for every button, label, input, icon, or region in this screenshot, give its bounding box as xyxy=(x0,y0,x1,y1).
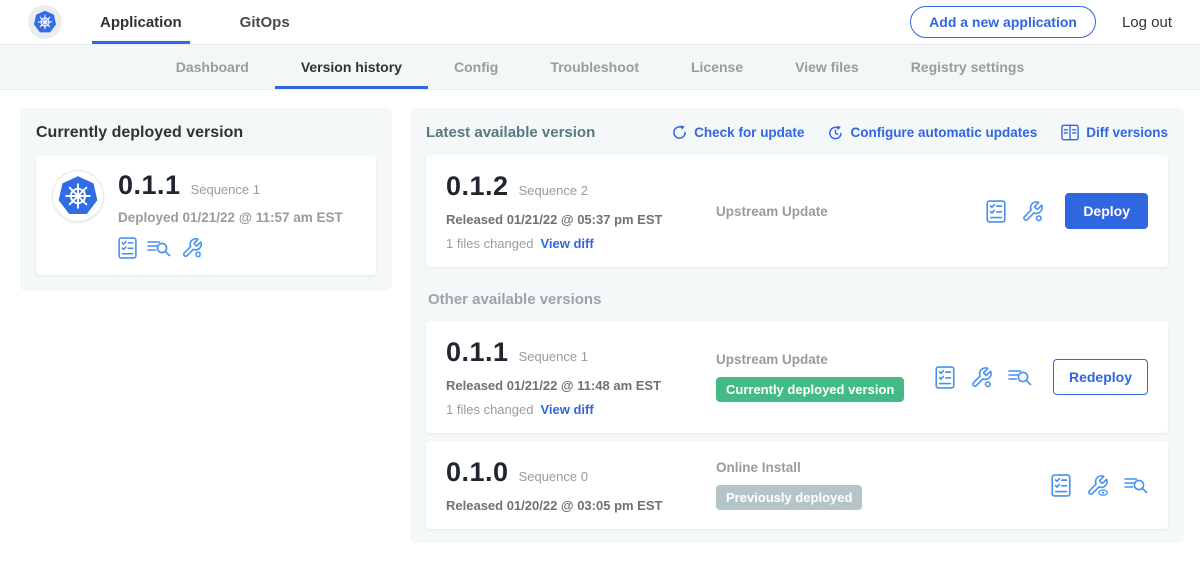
version-row-0.1.0: 0.1.0 Sequence 0 Released 01/20/22 @ 03:… xyxy=(426,441,1168,529)
release-notes-icon[interactable] xyxy=(1124,475,1148,495)
version-history-panel: Latest available version Check for updat… xyxy=(410,108,1184,543)
subnav-troubleshoot[interactable]: Troubleshoot xyxy=(524,45,665,89)
release-notes-icon[interactable] xyxy=(1008,367,1032,387)
version-source: Upstream Update xyxy=(716,352,935,367)
version-source: Upstream Update xyxy=(716,204,986,219)
deployed-timestamp: Deployed 01/21/22 @ 11:57 am EST xyxy=(118,210,343,225)
deploy-button[interactable]: Deploy xyxy=(1065,193,1148,229)
currently-deployed-badge: Currently deployed version xyxy=(716,377,904,402)
release-notes-icon[interactable] xyxy=(147,238,171,258)
sequence-label: Sequence 0 xyxy=(519,469,588,484)
deployed-version-card: 0.1.1 Sequence 1 Deployed 01/21/22 @ 11:… xyxy=(36,156,376,275)
version-number: 0.1.2 xyxy=(446,171,509,202)
released-timestamp: Released 01/21/22 @ 11:48 am EST xyxy=(446,378,698,393)
redeploy-button[interactable]: Redeploy xyxy=(1053,359,1148,395)
schedule-icon xyxy=(828,125,843,140)
kubernetes-logo xyxy=(28,5,62,39)
view-diff-link[interactable]: View diff xyxy=(540,236,593,251)
config-icon[interactable] xyxy=(970,366,993,389)
app-subnav: Dashboard Version history Config Trouble… xyxy=(0,45,1200,90)
header-tabs: Application GitOps xyxy=(92,0,298,44)
currently-deployed-panel: Currently deployed version 0.1.1 Sequenc… xyxy=(20,108,392,291)
version-source: Online Install xyxy=(716,460,1051,475)
released-timestamp: Released 01/20/22 @ 03:05 pm EST xyxy=(446,498,698,513)
logout-button[interactable]: Log out xyxy=(1122,14,1172,31)
version-number: 0.1.0 xyxy=(446,457,509,488)
app-icon xyxy=(52,170,104,222)
kubernetes-logo-icon xyxy=(57,175,99,217)
deployed-version-number: 0.1.1 xyxy=(118,170,181,201)
diff-versions-link[interactable]: Diff versions xyxy=(1061,124,1168,141)
other-versions-title: Other available versions xyxy=(428,291,1168,308)
sequence-label: Sequence 1 xyxy=(519,349,588,364)
config-icon[interactable] xyxy=(181,237,203,259)
main-content: Currently deployed version 0.1.1 Sequenc… xyxy=(0,90,1200,543)
previously-deployed-badge: Previously deployed xyxy=(716,485,862,510)
subnav-version-history[interactable]: Version history xyxy=(275,45,428,89)
released-timestamp: Released 01/21/22 @ 05:37 pm EST xyxy=(446,212,698,227)
tab-gitops[interactable]: GitOps xyxy=(232,0,298,44)
refresh-icon xyxy=(672,125,687,140)
files-changed-label: 1 files changed xyxy=(446,402,533,417)
version-row-0.1.2: 0.1.2 Sequence 2 Released 01/21/22 @ 05:… xyxy=(426,155,1168,267)
deployed-panel-title: Currently deployed version xyxy=(36,124,376,142)
check-for-update-label: Check for update xyxy=(694,125,804,140)
latest-version-title: Latest available version xyxy=(426,124,595,141)
config-icon[interactable] xyxy=(1021,200,1044,223)
version-row-0.1.1: 0.1.1 Sequence 1 Released 01/21/22 @ 11:… xyxy=(426,321,1168,433)
subnav-config[interactable]: Config xyxy=(428,45,524,89)
subnav-dashboard[interactable]: Dashboard xyxy=(150,45,275,89)
preflight-checks-icon[interactable] xyxy=(986,200,1006,223)
app-header: Application GitOps Add a new application… xyxy=(0,0,1200,45)
version-number: 0.1.1 xyxy=(446,337,509,368)
kubernetes-logo-icon xyxy=(33,10,57,34)
sequence-label: Sequence 2 xyxy=(519,183,588,198)
preflight-checks-icon[interactable] xyxy=(118,237,137,259)
view-config-icon[interactable] xyxy=(1086,474,1109,497)
tab-application[interactable]: Application xyxy=(92,0,190,44)
configure-automatic-updates-label: Configure automatic updates xyxy=(850,125,1037,140)
subnav-registry-settings[interactable]: Registry settings xyxy=(885,45,1051,89)
preflight-checks-icon[interactable] xyxy=(935,366,955,389)
check-for-update-link[interactable]: Check for update xyxy=(672,125,804,140)
diff-versions-label: Diff versions xyxy=(1086,125,1168,140)
diff-icon xyxy=(1061,124,1079,141)
files-changed-label: 1 files changed xyxy=(446,236,533,251)
add-application-button[interactable]: Add a new application xyxy=(910,6,1096,38)
view-diff-link[interactable]: View diff xyxy=(540,402,593,417)
header-right: Add a new application Log out xyxy=(910,6,1172,38)
deployed-sequence-label: Sequence 1 xyxy=(191,182,260,197)
subnav-view-files[interactable]: View files xyxy=(769,45,885,89)
subnav-license[interactable]: License xyxy=(665,45,769,89)
configure-automatic-updates-link[interactable]: Configure automatic updates xyxy=(828,125,1037,140)
preflight-checks-icon[interactable] xyxy=(1051,474,1071,497)
